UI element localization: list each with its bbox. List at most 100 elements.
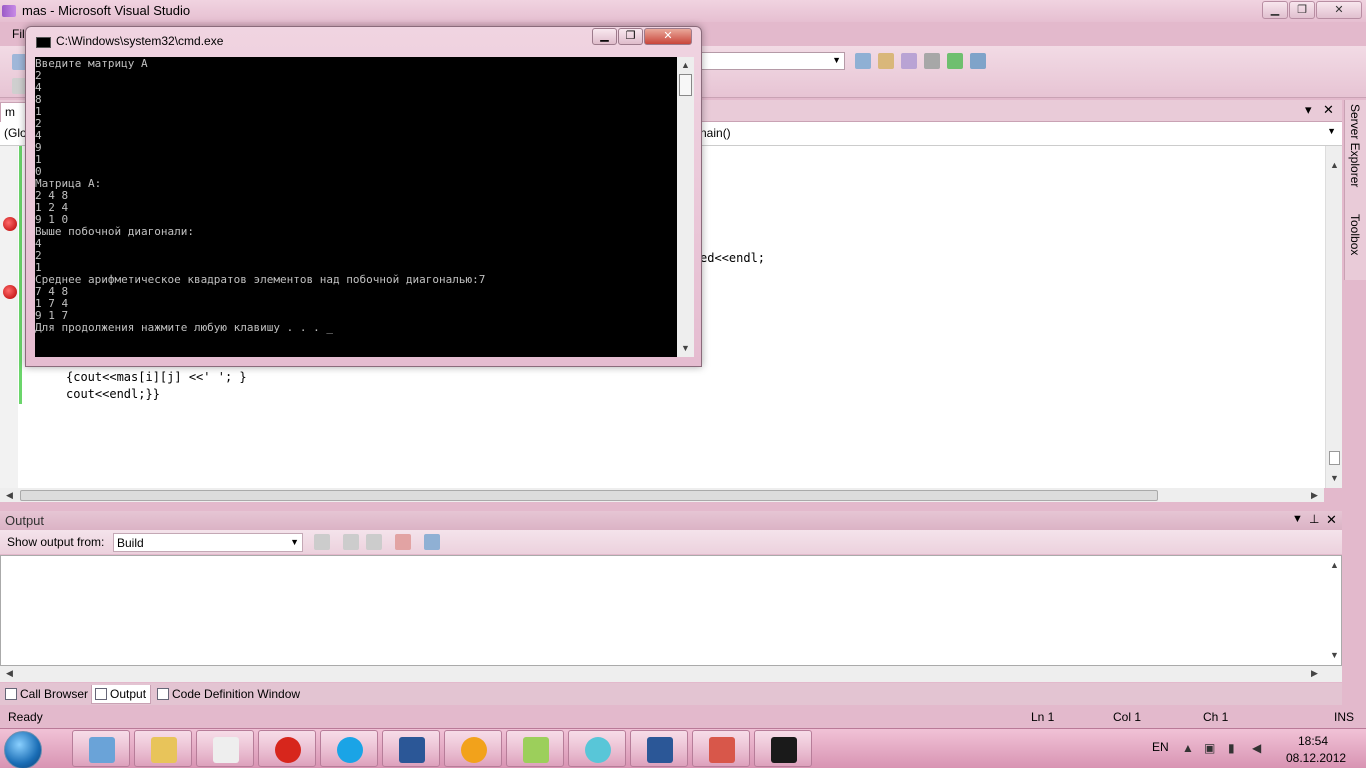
- chevron-down-icon[interactable]: ▼: [1327, 126, 1336, 136]
- panel-menu-icon[interactable]: ▼: [1292, 513, 1303, 525]
- console-line: Для продолжения нажмите любую клавишу . …: [35, 321, 334, 334]
- breakpoint-icon[interactable]: [3, 285, 17, 299]
- status-text: Ready: [8, 710, 43, 724]
- cmd-close-button[interactable]: ✕: [644, 28, 692, 45]
- change-tracking-bar: [19, 146, 22, 404]
- scroll-thumb[interactable]: [1329, 451, 1340, 465]
- editor-horizontal-scrollbar[interactable]: ◀ ▶: [0, 488, 1324, 502]
- cmd-title: C:\Windows\system32\cmd.exe: [56, 34, 224, 48]
- minimize-button[interactable]: ▁: [1262, 1, 1288, 19]
- console-line: 2: [35, 249, 42, 262]
- console-line: 2: [35, 117, 42, 130]
- taskbar-app[interactable]: [568, 730, 626, 767]
- toolbox-tab[interactable]: Toolbox: [1348, 214, 1362, 255]
- console-line: Среднее арифметическое квадратов элемент…: [35, 273, 486, 286]
- cmd-maximize-button[interactable]: ❐: [618, 28, 643, 45]
- console-line: 8: [35, 93, 42, 106]
- find-icon[interactable]: [855, 53, 871, 69]
- tab-output[interactable]: Output: [91, 685, 151, 704]
- output-horizontal-scrollbar[interactable]: ◀ ▶: [0, 666, 1342, 682]
- tab-call-browser[interactable]: Call Browser: [2, 685, 90, 704]
- cd-icon: [585, 737, 611, 763]
- output-text-area[interactable]: ▲ ▼: [0, 555, 1342, 666]
- tab-label: Output: [110, 687, 147, 701]
- tab-label: Code Definition Window: [172, 687, 301, 701]
- console-line: 4: [35, 237, 42, 250]
- member-dropdown[interactable]: nain(): [700, 126, 731, 140]
- menu-file[interactable]: Fil: [12, 27, 25, 41]
- clock-date[interactable]: 08.12.2012: [1286, 751, 1346, 765]
- line-indicator: Ln 1: [1031, 710, 1055, 724]
- solution-config-combo[interactable]: ▼: [700, 52, 845, 70]
- taskbar-app[interactable]: [630, 730, 688, 767]
- clock-time[interactable]: 18:54: [1298, 734, 1328, 748]
- solution-explorer-icon[interactable]: [878, 53, 894, 69]
- scroll-thumb[interactable]: [679, 74, 692, 96]
- taskbar-app[interactable]: [320, 730, 378, 767]
- word2-icon: [647, 737, 673, 763]
- pin-icon[interactable]: ⊥: [1309, 512, 1319, 526]
- previous-message-icon[interactable]: [343, 534, 359, 550]
- editor-vertical-scrollbar[interactable]: ▲ ▼: [1325, 146, 1342, 488]
- window-layout-icon[interactable]: [970, 53, 986, 69]
- tray-device-icon[interactable]: ▣: [1204, 741, 1218, 755]
- tools-icon[interactable]: [924, 53, 940, 69]
- code-line: ed<<endl;: [700, 251, 766, 265]
- taskbar-app[interactable]: [382, 730, 440, 767]
- word-wrap-icon[interactable]: [424, 534, 440, 550]
- close-document-icon[interactable]: ✕: [1323, 102, 1334, 118]
- visual-studio-icon: [2, 5, 16, 17]
- properties-icon[interactable]: [901, 53, 917, 69]
- volume-icon[interactable]: ◀: [1252, 741, 1266, 755]
- console-output[interactable]: Введите матрицу А 2 4 8 1 2 4 9 1 0 Матрица А: 2 4 …: [35, 57, 694, 357]
- start-debug-icon[interactable]: [947, 53, 963, 69]
- console-line: 1 7 4: [35, 297, 69, 310]
- taskbar-app[interactable]: [196, 730, 254, 767]
- next-message-icon[interactable]: [366, 534, 382, 550]
- console-line: Матрица А:: [35, 177, 102, 190]
- code-line: cout<<endl;}}: [66, 387, 160, 401]
- console-scrollbar[interactable]: ▲ ▼: [677, 57, 694, 357]
- explorer-icon: [151, 737, 177, 763]
- breakpoint-icon[interactable]: [3, 217, 17, 231]
- network-icon[interactable]: ▮: [1228, 741, 1242, 755]
- close-panel-icon[interactable]: ✕: [1326, 512, 1337, 528]
- visual-studio-icon: [709, 737, 735, 763]
- skype-icon: [337, 737, 363, 763]
- output-icon: [95, 688, 107, 700]
- tab-label: Call Browser: [20, 687, 89, 701]
- code-line: {cout<<mas[i][j] <<' '; }: [66, 370, 247, 384]
- taskbar-app[interactable]: [754, 730, 812, 767]
- start-button[interactable]: [4, 731, 42, 768]
- cmd-minimize-button[interactable]: ▁: [592, 28, 617, 45]
- taskbar-app[interactable]: [444, 730, 502, 767]
- bottom-tool-tabs: Call Browser Output Code Definition Wind…: [0, 683, 1342, 705]
- go-to-line-icon[interactable]: [314, 534, 330, 550]
- maximize-button[interactable]: ❐: [1289, 1, 1315, 19]
- chevron-up-icon[interactable]: ▲: [1182, 741, 1196, 755]
- taskbar-app[interactable]: [506, 730, 564, 767]
- scope-dropdown[interactable]: (Glo: [4, 126, 27, 140]
- indicator-margin[interactable]: [0, 146, 18, 488]
- output-source-select[interactable]: Build ▼: [113, 533, 303, 552]
- taskbar-app[interactable]: [72, 730, 130, 767]
- taskbar-app[interactable]: [134, 730, 192, 767]
- close-button[interactable]: ✕: [1316, 1, 1362, 19]
- clear-all-icon[interactable]: [395, 534, 411, 550]
- char-indicator: Ch 1: [1203, 710, 1229, 724]
- language-indicator[interactable]: EN: [1152, 740, 1169, 754]
- scroll-thumb[interactable]: [20, 490, 1158, 501]
- console-line: 2 4 8: [35, 189, 69, 202]
- console-line: Выше побочной диагонали:: [35, 225, 194, 238]
- vs-titlebar: mas - Microsoft Visual Studio ▁ ❐ ✕: [0, 0, 1366, 22]
- taskbar-app[interactable]: [258, 730, 316, 767]
- server-explorer-tab[interactable]: Server Explorer: [1348, 104, 1362, 187]
- tab-list-icon[interactable]: ▾: [1305, 102, 1312, 118]
- side-tool-rail: Server Explorer Toolbox: [1344, 100, 1366, 280]
- taskbar: EN ▲ ▣ ▮ ◀ 18:54 08.12.2012: [0, 728, 1366, 768]
- opera-icon: [275, 737, 301, 763]
- tab-code-definition[interactable]: Code Definition Window: [154, 685, 314, 704]
- cmd-window[interactable]: C:\Windows\system32\cmd.exe ▁ ❐ ✕ Введит…: [25, 26, 702, 367]
- taskbar-app[interactable]: [692, 730, 750, 767]
- console-line: 0: [35, 165, 42, 178]
